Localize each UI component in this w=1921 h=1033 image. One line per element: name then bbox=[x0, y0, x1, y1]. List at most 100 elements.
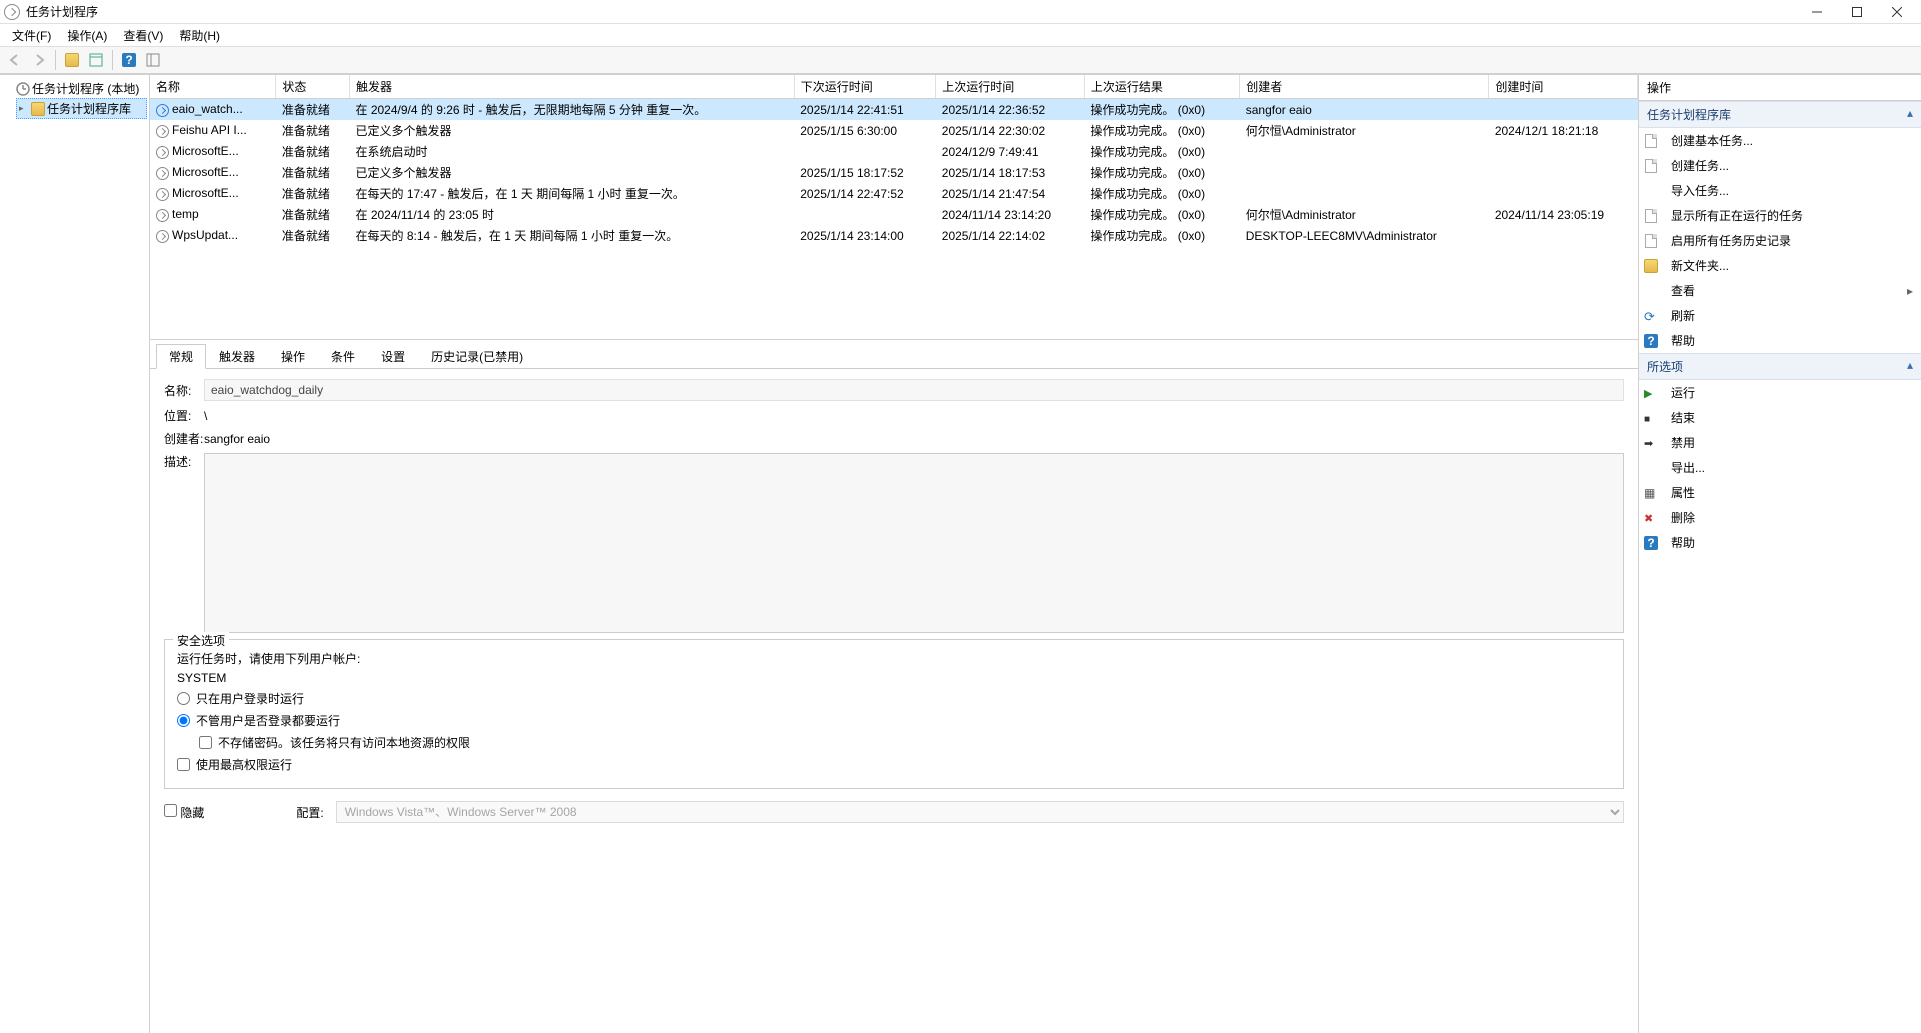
column-header[interactable]: 创建时间 bbox=[1489, 75, 1638, 99]
author-label: 创建者: bbox=[164, 430, 204, 447]
radio-logged-on[interactable] bbox=[177, 692, 190, 705]
action-item[interactable]: 查看▸ bbox=[1639, 278, 1921, 303]
doc-icon bbox=[1643, 158, 1659, 174]
clock-icon bbox=[156, 146, 169, 159]
tab-2[interactable]: 操作 bbox=[268, 344, 318, 369]
up-button[interactable] bbox=[61, 49, 83, 71]
column-header[interactable]: 上次运行时间 bbox=[936, 75, 1085, 99]
action-item[interactable]: 结束 bbox=[1639, 405, 1921, 430]
task-list[interactable]: 名称状态触发器下次运行时间上次运行时间上次运行结果创建者创建时间 eaio_wa… bbox=[150, 75, 1638, 340]
action-item[interactable]: 属性 bbox=[1639, 480, 1921, 505]
tab-3[interactable]: 条件 bbox=[318, 344, 368, 369]
table-row[interactable]: MicrosoftE...准备就绪已定义多个触发器2025/1/15 18:17… bbox=[150, 162, 1638, 183]
tab-5[interactable]: 历史记录(已禁用) bbox=[418, 344, 536, 369]
action-item[interactable]: ?帮助 bbox=[1639, 530, 1921, 555]
action-item[interactable]: 导出... bbox=[1639, 455, 1921, 480]
column-header[interactable]: 状态 bbox=[276, 75, 350, 99]
column-header[interactable]: 名称 bbox=[150, 75, 276, 99]
forward-button[interactable] bbox=[28, 49, 50, 71]
view-button[interactable] bbox=[142, 49, 164, 71]
table-cell bbox=[1489, 225, 1638, 246]
table-row[interactable]: temp准备就绪在 2024/11/14 的 23:05 时2024/11/14… bbox=[150, 204, 1638, 225]
check-nopass[interactable] bbox=[199, 736, 212, 749]
opt-any[interactable]: 不管用户是否登录都要运行 bbox=[177, 712, 1611, 729]
table-cell: 在系统启动时 bbox=[350, 141, 795, 162]
clock-icon bbox=[156, 167, 169, 180]
action-item[interactable]: 导入任务... bbox=[1639, 178, 1921, 203]
table-cell: 在 2024/9/4 的 9:26 时 - 触发后，无限期地每隔 5 分钟 重复… bbox=[350, 99, 795, 121]
view-pane-button[interactable] bbox=[85, 49, 107, 71]
column-header[interactable]: 上次运行结果 bbox=[1084, 75, 1239, 99]
hidden-option[interactable]: 隐藏 bbox=[164, 804, 204, 821]
menu-0[interactable]: 文件(F) bbox=[4, 25, 59, 46]
action-item[interactable]: 运行 bbox=[1639, 380, 1921, 405]
table-cell: 2025/1/14 22:41:51 bbox=[794, 99, 936, 121]
opt-highest[interactable]: 使用最高权限运行 bbox=[177, 756, 1611, 773]
action-label: 新文件夹... bbox=[1671, 257, 1729, 274]
tab-4[interactable]: 设置 bbox=[368, 344, 418, 369]
table-row[interactable]: MicrosoftE...准备就绪在每天的 17:47 - 触发后，在 1 天 … bbox=[150, 183, 1638, 204]
radio-any[interactable] bbox=[177, 714, 190, 727]
check-highest[interactable] bbox=[177, 758, 190, 771]
table-cell bbox=[794, 204, 936, 225]
help-toolbar-button[interactable]: ? bbox=[118, 49, 140, 71]
table-cell: 2024/11/14 23:14:20 bbox=[936, 204, 1085, 225]
tab-1[interactable]: 触发器 bbox=[206, 344, 268, 369]
table-cell: 2025/1/14 22:47:52 bbox=[794, 183, 936, 204]
action-item[interactable]: 显示所有正在运行的任务 bbox=[1639, 203, 1921, 228]
menu-1[interactable]: 操作(A) bbox=[59, 25, 115, 46]
action-item[interactable]: 创建基本任务... bbox=[1639, 128, 1921, 153]
disable-icon bbox=[1643, 435, 1659, 451]
table-cell: 2025/1/14 21:47:54 bbox=[936, 183, 1085, 204]
table-cell: 2024/11/14 23:05:19 bbox=[1489, 204, 1638, 225]
opt-logged-on[interactable]: 只在用户登录时运行 bbox=[177, 690, 1611, 707]
table-cell: DESKTOP-LEEC8MV\Administrator bbox=[1240, 225, 1489, 246]
tree-root[interactable]: 任务计划程序 (本地) bbox=[2, 79, 147, 98]
table-row[interactable]: Feishu API I...准备就绪已定义多个触发器2025/1/15 6:3… bbox=[150, 120, 1638, 141]
back-button[interactable] bbox=[4, 49, 26, 71]
collapse-icon[interactable]: ▴ bbox=[1907, 106, 1913, 123]
table-cell bbox=[1489, 183, 1638, 204]
desc-field[interactable] bbox=[204, 453, 1624, 633]
check-hidden[interactable] bbox=[164, 804, 177, 817]
table-cell: 操作成功完成。 (0x0) bbox=[1084, 141, 1239, 162]
tab-0[interactable]: 常规 bbox=[156, 344, 206, 369]
name-field[interactable] bbox=[204, 379, 1624, 401]
menu-3[interactable]: 帮助(H) bbox=[171, 25, 228, 46]
center-pane: 名称状态触发器下次运行时间上次运行时间上次运行结果创建者创建时间 eaio_wa… bbox=[150, 75, 1639, 1033]
location-value: \ bbox=[204, 409, 207, 423]
expand-icon[interactable]: ▸ bbox=[19, 103, 29, 114]
action-label: 属性 bbox=[1671, 484, 1695, 501]
menu-2[interactable]: 查看(V) bbox=[115, 25, 171, 46]
close-button[interactable] bbox=[1877, 1, 1917, 23]
collapse-icon[interactable]: ▴ bbox=[1907, 358, 1913, 375]
table-cell: 2025/1/14 23:14:00 bbox=[794, 225, 936, 246]
column-header[interactable]: 创建者 bbox=[1240, 75, 1489, 99]
action-item[interactable]: 新文件夹... bbox=[1639, 253, 1921, 278]
table-row[interactable]: eaio_watch...准备就绪在 2024/9/4 的 9:26 时 - 触… bbox=[150, 99, 1638, 121]
config-select[interactable]: Windows Vista™、Windows Server™ 2008 bbox=[336, 801, 1624, 823]
action-item[interactable]: ?帮助 bbox=[1639, 328, 1921, 353]
minimize-button[interactable] bbox=[1797, 1, 1837, 23]
action-label: 结束 bbox=[1671, 409, 1695, 426]
tree-library[interactable]: ▸ 任务计划程序库 bbox=[16, 98, 147, 119]
table-row[interactable]: MicrosoftE...准备就绪在系统启动时2024/12/9 7:49:41… bbox=[150, 141, 1638, 162]
table-cell bbox=[1240, 141, 1489, 162]
column-header[interactable]: 触发器 bbox=[350, 75, 795, 99]
table-cell: WpsUpdat... bbox=[150, 225, 276, 246]
action-item[interactable]: 删除 bbox=[1639, 505, 1921, 530]
table-cell: 操作成功完成。 (0x0) bbox=[1084, 183, 1239, 204]
table-cell bbox=[1489, 141, 1638, 162]
action-item[interactable]: 禁用 bbox=[1639, 430, 1921, 455]
stop-icon bbox=[1643, 410, 1659, 426]
maximize-button[interactable] bbox=[1837, 1, 1877, 23]
opt-nopass[interactable]: 不存储密码。该任务将只有访问本地资源的权限 bbox=[199, 734, 1611, 751]
action-item[interactable]: 刷新 bbox=[1639, 303, 1921, 328]
action-item[interactable]: 启用所有任务历史记录 bbox=[1639, 228, 1921, 253]
action-item[interactable]: 创建任务... bbox=[1639, 153, 1921, 178]
table-row[interactable]: WpsUpdat...准备就绪在每天的 8:14 - 触发后，在 1 天 期间每… bbox=[150, 225, 1638, 246]
table-cell bbox=[1489, 99, 1638, 121]
table-cell: 2025/1/14 22:36:52 bbox=[936, 99, 1085, 121]
column-header[interactable]: 下次运行时间 bbox=[794, 75, 936, 99]
table-cell: 准备就绪 bbox=[276, 141, 350, 162]
